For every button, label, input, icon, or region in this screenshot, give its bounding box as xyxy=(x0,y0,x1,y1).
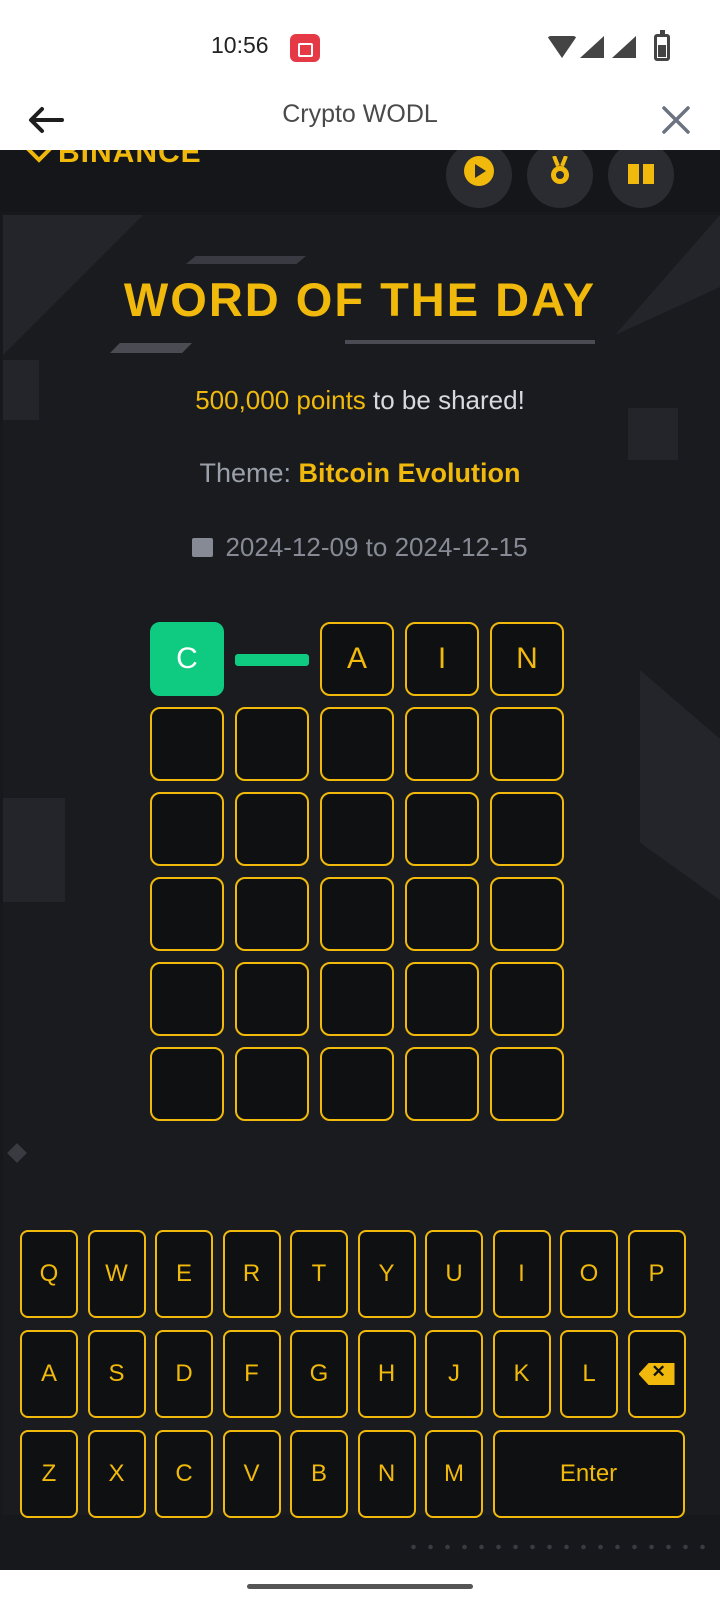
board-tile xyxy=(235,654,309,666)
navigation-bar xyxy=(0,1570,720,1600)
prize-amount: 500,000 xyxy=(195,385,290,415)
board-tile xyxy=(405,877,479,951)
board-tile xyxy=(150,792,224,866)
key-r[interactable]: R xyxy=(222,1230,281,1318)
board-tile xyxy=(320,877,394,951)
board-tile xyxy=(235,792,309,866)
gift-icon xyxy=(628,164,654,184)
key-c[interactable]: C xyxy=(155,1430,213,1518)
board-tile xyxy=(490,962,564,1036)
key-x[interactable]: X xyxy=(87,1430,146,1518)
calendar-icon xyxy=(192,538,214,557)
board-tile xyxy=(490,1047,564,1121)
status-bar: 10:56 xyxy=(0,0,720,90)
board-tile xyxy=(235,1047,309,1121)
key-z[interactable]: Z xyxy=(20,1430,78,1518)
board-tile xyxy=(490,877,564,951)
board-tile xyxy=(490,792,564,866)
board-tile xyxy=(320,707,394,781)
title-decoration xyxy=(186,256,306,264)
board-tile xyxy=(405,1047,479,1121)
signal-icon xyxy=(580,36,604,58)
board-tile xyxy=(320,1047,394,1121)
key-backspace[interactable] xyxy=(627,1330,686,1418)
game-title: WORD OF THE DAY xyxy=(123,273,597,326)
board-tile xyxy=(405,792,479,866)
logo-text: BINANCE xyxy=(58,150,202,169)
key-y[interactable]: Y xyxy=(357,1230,416,1318)
game-area: BINANCE WORD OF THE DAY 500,000 points t… xyxy=(0,150,720,1570)
key-m[interactable]: M xyxy=(425,1430,483,1518)
signal-icon xyxy=(612,36,636,58)
board-tile xyxy=(150,962,224,1036)
binance-logo-icon xyxy=(26,150,52,163)
close-icon xyxy=(662,106,690,134)
title-decoration xyxy=(110,343,192,353)
key-h[interactable]: H xyxy=(357,1330,416,1418)
key-p[interactable]: P xyxy=(627,1230,686,1318)
page-title: Crypto WODL xyxy=(282,100,438,128)
backspace-icon xyxy=(638,1363,675,1385)
play-icon xyxy=(464,156,494,186)
medal-icon xyxy=(551,156,569,184)
title-decoration xyxy=(345,340,595,344)
key-v[interactable]: V xyxy=(222,1430,281,1518)
key-k[interactable]: K xyxy=(492,1330,551,1418)
key-e[interactable]: E xyxy=(155,1230,213,1318)
binance-logo: BINANCE xyxy=(26,150,202,170)
board-tile xyxy=(320,962,394,1036)
wifi-icon xyxy=(547,36,577,58)
key-b[interactable]: B xyxy=(290,1430,348,1518)
theme-text: Theme: Bitcoin Evolution xyxy=(0,458,720,489)
enter-button[interactable]: Enter xyxy=(492,1430,685,1518)
key-s[interactable]: S xyxy=(87,1330,146,1418)
board-tile xyxy=(235,707,309,781)
board-tile xyxy=(405,707,479,781)
board-tile xyxy=(405,962,479,1036)
key-j[interactable]: J xyxy=(425,1330,483,1418)
board-tile xyxy=(150,877,224,951)
board-tile xyxy=(320,792,394,866)
board-tile xyxy=(490,707,564,781)
board-tile xyxy=(150,707,224,781)
battery-icon xyxy=(654,30,670,61)
theme-value: Bitcoin Evolution xyxy=(298,458,521,488)
key-o[interactable]: O xyxy=(560,1230,618,1318)
background-shape xyxy=(3,798,65,902)
board-tile: A xyxy=(320,622,394,696)
key-l[interactable]: L xyxy=(560,1330,618,1418)
background-dots xyxy=(405,1542,705,1552)
home-handle[interactable] xyxy=(247,1584,473,1589)
date-range: 2024-12-09 to 2024-12-15 xyxy=(0,532,720,563)
key-n[interactable]: N xyxy=(357,1430,416,1518)
board-tile xyxy=(150,1047,224,1121)
prize-unit: points xyxy=(296,385,366,415)
key-i[interactable]: I xyxy=(492,1230,551,1318)
close-button[interactable] xyxy=(652,96,700,144)
board-tile: I xyxy=(405,622,479,696)
key-f[interactable]: F xyxy=(222,1330,281,1418)
key-t[interactable]: T xyxy=(290,1230,348,1318)
screen-record-icon xyxy=(290,34,320,62)
key-a[interactable]: A xyxy=(20,1330,78,1418)
key-u[interactable]: U xyxy=(425,1230,483,1318)
app-bar: Crypto WODL xyxy=(0,90,720,150)
key-q[interactable]: Q xyxy=(20,1230,78,1318)
date-range-text: 2024-12-09 to 2024-12-15 xyxy=(225,532,528,562)
key-w[interactable]: W xyxy=(87,1230,146,1318)
key-g[interactable]: G xyxy=(290,1330,348,1418)
board-tile xyxy=(235,962,309,1036)
prize-rest: to be shared! xyxy=(365,385,525,415)
theme-label: Theme: xyxy=(199,458,299,488)
board-tile xyxy=(235,877,309,951)
key-d[interactable]: D xyxy=(155,1330,213,1418)
board-tile: C xyxy=(150,622,224,696)
status-time: 10:56 xyxy=(211,32,269,58)
board-tile: N xyxy=(490,622,564,696)
prize-text: 500,000 points to be shared! xyxy=(0,385,720,416)
